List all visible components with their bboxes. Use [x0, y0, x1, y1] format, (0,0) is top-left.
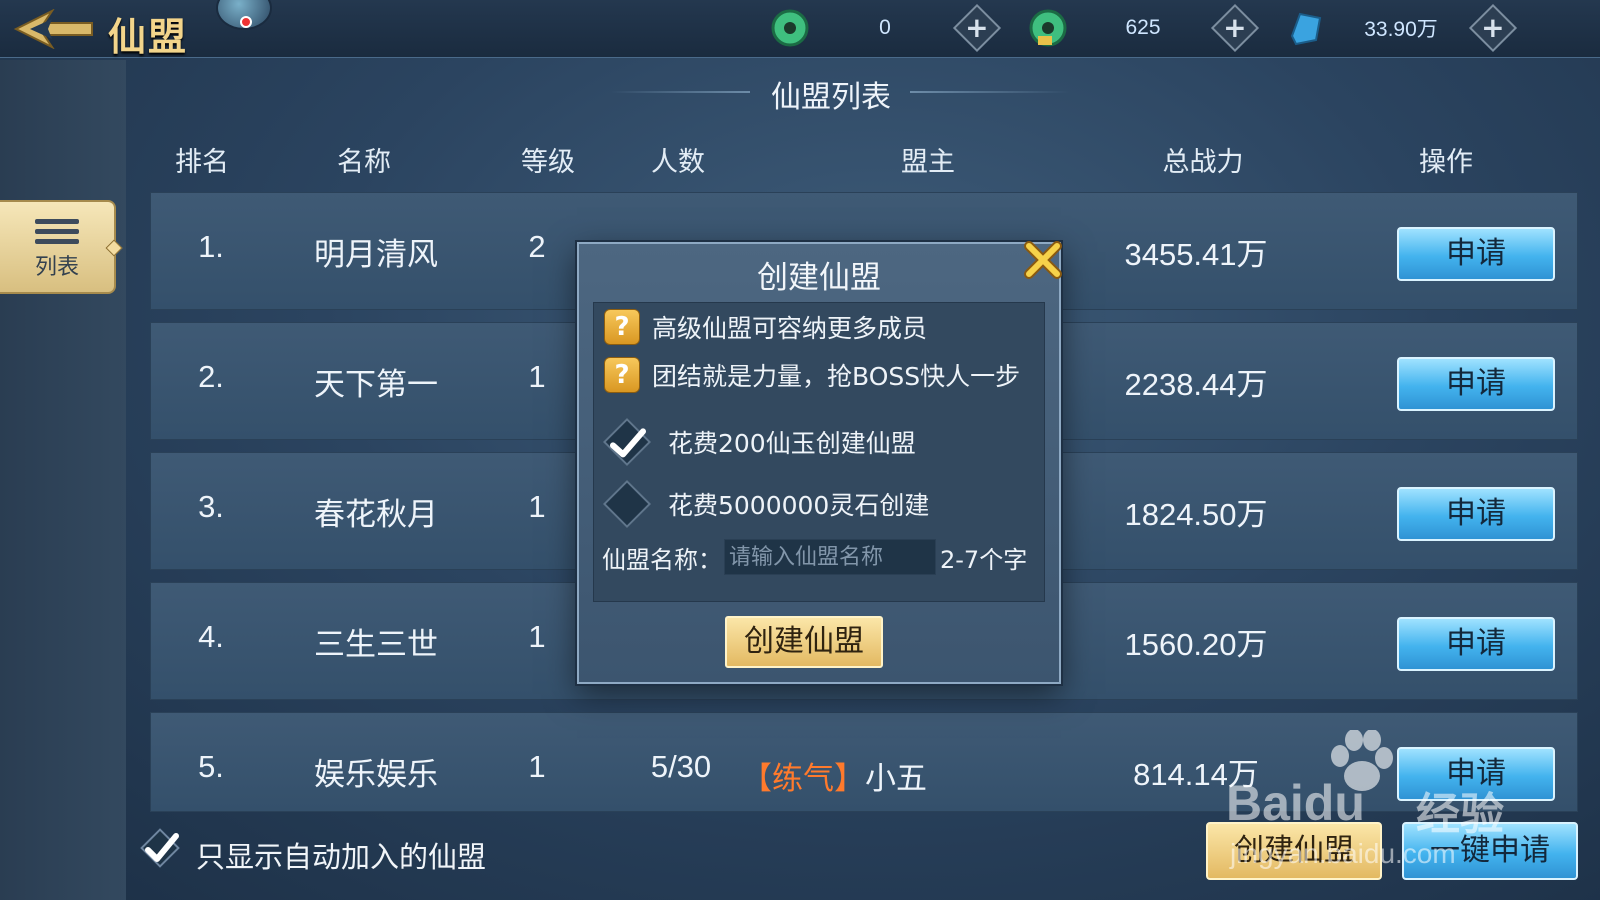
total-power: 2238.44万 — [1124, 367, 1268, 402]
option-spirit-stone[interactable]: 花费5000000灵石创建 — [600, 479, 929, 529]
check-icon — [140, 828, 180, 868]
tip-row: ? 团结就是力量，抢BOSS快人一步 — [604, 355, 1020, 395]
leader-cell: 【练气】小五 — [741, 753, 961, 798]
option-jade-radio[interactable] — [602, 417, 652, 467]
back-arrow-icon — [13, 9, 93, 49]
add-bound-jade-button[interactable]: + — [1210, 3, 1260, 53]
page-title: 仙盟 — [108, 15, 189, 59]
apply-button[interactable]: 申请 — [1397, 357, 1555, 411]
col-power: 总战力 — [1162, 147, 1244, 178]
add-spirit-stone-button[interactable]: + — [1468, 3, 1518, 53]
col-rank: 排名 — [175, 147, 229, 178]
tab-list-label: 列表 — [34, 254, 79, 280]
col-action: 操作 — [1419, 147, 1473, 178]
alliance-name-input[interactable] — [724, 539, 936, 575]
currency-bound-jade: 625 + — [1028, 3, 1260, 53]
title-divider-right — [910, 91, 1070, 93]
alliance-name: 春花秋月 — [314, 497, 438, 533]
dialog-title: 创建仙盟 — [757, 260, 881, 296]
table-header: 排名 名称 等级 人数 盟主 总战力 操作 — [140, 132, 1586, 186]
apply-button[interactable]: 申请 — [1397, 487, 1555, 541]
section-title: 仙盟列表 — [771, 80, 891, 115]
alliance-name: 娱乐娱乐 — [314, 757, 438, 793]
bound-jade-value: 625 — [1125, 16, 1161, 39]
question-icon: ? — [604, 309, 640, 345]
rank: 5. — [198, 749, 224, 784]
spirit-stone-icon — [1286, 8, 1326, 48]
apply-button[interactable]: 申请 — [1397, 617, 1555, 671]
create-alliance-button[interactable]: 创建仙盟 — [1206, 822, 1382, 880]
rank: 1. — [198, 229, 224, 264]
total-power: 814.14万 — [1133, 757, 1259, 792]
currency-jade: 0 + — [770, 3, 1002, 53]
back-button[interactable] — [10, 6, 98, 52]
tab-list[interactable]: 列表 — [0, 200, 123, 294]
col-name: 名称 — [337, 147, 391, 178]
total-power: 3455.41万 — [1124, 237, 1268, 272]
total-power: 1560.20万 — [1124, 627, 1268, 662]
alliance-level: 1 — [528, 749, 546, 784]
apply-all-button[interactable]: 一键申请 — [1402, 822, 1578, 880]
tip-row: ? 高级仙盟可容纳更多成员 — [604, 307, 927, 347]
add-jade-button[interactable]: + — [952, 3, 1002, 53]
dialog-body: ? 高级仙盟可容纳更多成员 ? 团结就是力量，抢BOSS快人一步 花费200仙玉… — [593, 302, 1045, 602]
alliance-level: 1 — [528, 619, 546, 654]
alliance-level: 1 — [528, 359, 546, 394]
option-jade-label: 花费200仙玉创建仙盟 — [668, 429, 916, 458]
check-icon — [610, 428, 646, 458]
alliance-name: 三生三世 — [314, 627, 438, 663]
col-level: 等级 — [521, 147, 575, 178]
tab-indicator — [105, 239, 123, 257]
tip-text: 高级仙盟可容纳更多成员 — [652, 314, 928, 343]
table-row: 5. 娱乐娱乐 1 5/30 【练气】小五 814.14万 申请 — [150, 712, 1578, 812]
close-icon — [1024, 241, 1062, 279]
bound-jade-icon — [1028, 8, 1068, 48]
alliance-level: 1 — [528, 489, 546, 524]
tip-text: 团结就是力量，抢BOSS快人一步 — [652, 362, 1021, 391]
option-spirit-stone-label: 花费5000000灵石创建 — [668, 491, 930, 520]
create-alliance-dialog: 创建仙盟 ? 高级仙盟可容纳更多成员 ? 团结就是力量，抢BOSS快人一步 花费… — [577, 241, 1062, 684]
apply-button[interactable]: 申请 — [1397, 227, 1555, 281]
top-bar: 仙盟 0 + 625 + 33.90万 + — [0, 0, 1600, 59]
spirit-stone-value: 33.90万 — [1364, 18, 1438, 41]
auto-join-filter-checkbox[interactable] — [138, 826, 182, 870]
rank: 2. — [198, 359, 224, 394]
notification-dot — [240, 16, 252, 28]
dialog-create-button[interactable]: 创建仙盟 — [725, 616, 883, 668]
alliance-name: 天下第一 — [314, 367, 438, 403]
apply-button[interactable]: 申请 — [1397, 747, 1555, 801]
jade-value: 0 — [879, 16, 891, 39]
rank: 3. — [198, 489, 224, 524]
member-count: 5/30 — [650, 749, 712, 784]
leader-name: 小五 — [865, 761, 927, 797]
col-leader: 盟主 — [901, 147, 955, 178]
alliance-name-label: 仙盟名称： — [602, 545, 722, 574]
leader-realm-tag: 【练气】 — [741, 761, 865, 797]
col-members: 人数 — [651, 147, 705, 178]
question-icon: ? — [604, 357, 640, 393]
left-panel: 列表 — [0, 60, 126, 900]
alliance-name-row: 仙盟名称： 2-7个字 — [602, 537, 1027, 577]
alliance-name-hint: 2-7个字 — [940, 545, 1028, 574]
alliance-level: 2 — [528, 229, 546, 264]
close-button[interactable] — [1021, 238, 1065, 282]
auto-join-filter-label: 只显示自动加入的仙盟 — [196, 840, 487, 874]
option-jade[interactable]: 花费200仙玉创建仙盟 — [600, 417, 916, 467]
alliance-name: 明月清风 — [314, 237, 438, 273]
option-spirit-stone-radio[interactable] — [602, 479, 652, 529]
total-power: 1824.50万 — [1124, 497, 1268, 532]
rank: 4. — [198, 619, 224, 654]
jade-icon — [770, 8, 810, 48]
list-icon — [35, 214, 79, 249]
currency-spirit-stone: 33.90万 + — [1286, 3, 1518, 53]
